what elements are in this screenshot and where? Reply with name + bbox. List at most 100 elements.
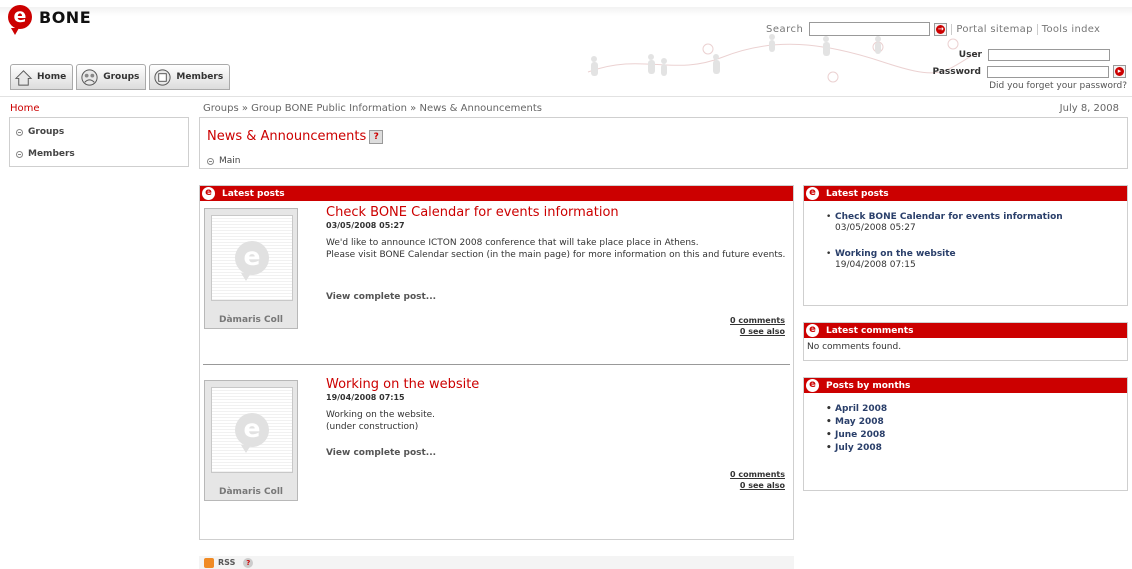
panel-title: Posts by months bbox=[826, 380, 911, 391]
latest-post-date: 03/05/2008 05:27 bbox=[835, 223, 916, 233]
post-body-line: Please visit BONE Calendar section (in t… bbox=[326, 250, 786, 260]
arrow-right-icon: → bbox=[936, 24, 946, 34]
comments-link[interactable]: 0 comments bbox=[730, 315, 785, 326]
posts-by-months-panel: e Posts by months April 2008 May 2008 Ju… bbox=[803, 377, 1128, 491]
main-link-label: Main bbox=[219, 156, 241, 166]
post-item: e Dàmaris Coll Working on the website 19… bbox=[204, 376, 789, 501]
list-item: Check BONE Calendar for events informati… bbox=[826, 212, 1127, 234]
author-avatar-box: e Dàmaris Coll bbox=[204, 208, 298, 329]
site-logo[interactable]: e BONE bbox=[8, 5, 92, 35]
avatar: e bbox=[211, 215, 293, 301]
arrow-right-icon: ▸ bbox=[1115, 67, 1124, 76]
portal-sitemap-link[interactable]: Portal sitemap bbox=[951, 23, 1032, 35]
sidebar-item-label: Members bbox=[28, 149, 75, 159]
tools-index-link[interactable]: Tools index bbox=[1036, 23, 1100, 35]
sidebar-item-label: Groups bbox=[28, 127, 65, 137]
bullet-icon bbox=[207, 157, 214, 165]
latest-posts-list: Check BONE Calendar for events informati… bbox=[804, 201, 1127, 271]
panel-header: e Latest comments bbox=[804, 323, 1127, 338]
home-icon bbox=[14, 69, 33, 86]
bone-e-logo-icon: e bbox=[8, 5, 32, 35]
user-label: User bbox=[958, 49, 982, 60]
tab-home-label: Home bbox=[37, 72, 67, 82]
bone-e-logo-icon: e bbox=[806, 324, 819, 337]
bone-e-logo-icon: e bbox=[806, 187, 819, 200]
post-author[interactable]: Dàmaris Coll bbox=[205, 315, 297, 325]
sidebar-item-groups[interactable]: Groups bbox=[16, 124, 182, 140]
breadcrumb-separator: » bbox=[410, 103, 417, 114]
bullet-icon bbox=[16, 128, 23, 136]
month-link[interactable]: July 2008 bbox=[826, 442, 1127, 455]
user-field[interactable] bbox=[988, 48, 1110, 61]
no-comments-message: No comments found. bbox=[807, 342, 902, 352]
forgot-password-link[interactable]: Did you forget your password? bbox=[900, 81, 1130, 91]
header-top-stripe bbox=[0, 7, 1132, 16]
user-row: User bbox=[900, 47, 1130, 62]
post-links: 0 comments 0 see also bbox=[730, 469, 785, 491]
see-also-link[interactable]: 0 see also bbox=[730, 326, 785, 337]
search-area: Search → Portal sitemap Tools index bbox=[766, 22, 1100, 36]
page-title-row: News & Announcements? bbox=[207, 129, 384, 144]
bone-e-placeholder-icon: e bbox=[235, 413, 269, 453]
month-link[interactable]: May 2008 bbox=[826, 416, 1127, 429]
view-complete-post-link[interactable]: View complete post... bbox=[326, 448, 436, 458]
post-item: e Dàmaris Coll Check BONE Calendar for e… bbox=[204, 204, 789, 336]
main-nav: Home Groups Members bbox=[10, 64, 233, 90]
bone-e-logo-icon: e bbox=[806, 379, 819, 392]
month-link[interactable]: April 2008 bbox=[826, 403, 1127, 416]
password-label: Password bbox=[932, 66, 981, 77]
sidebar-item-members[interactable]: Members bbox=[16, 146, 182, 162]
panel-title: Latest comments bbox=[826, 325, 914, 336]
main-link[interactable]: Main bbox=[207, 156, 241, 166]
tab-members[interactable]: Members bbox=[149, 64, 231, 90]
search-go-button[interactable]: → bbox=[934, 22, 948, 36]
view-complete-post-link[interactable]: View complete post... bbox=[326, 292, 436, 302]
tab-groups[interactable]: Groups bbox=[76, 64, 147, 90]
page-title-box: News & Announcements? Main bbox=[199, 117, 1128, 169]
latest-comments-panel: e Latest comments No comments found. bbox=[803, 322, 1128, 361]
post-title[interactable]: Working on the website bbox=[326, 377, 479, 392]
post-body-line: Working on the website. bbox=[326, 410, 435, 420]
month-link[interactable]: June 2008 bbox=[826, 429, 1127, 442]
breadcrumb-group[interactable]: Group BONE Public Information bbox=[251, 103, 407, 114]
groups-icon bbox=[81, 68, 98, 86]
months-list: April 2008 May 2008 June 2008 July 2008 bbox=[804, 393, 1127, 455]
breadcrumb-separator: » bbox=[241, 103, 248, 114]
help-icon[interactable]: ? bbox=[369, 129, 384, 144]
password-field[interactable] bbox=[987, 65, 1109, 78]
post-title[interactable]: Check BONE Calendar for events informati… bbox=[326, 205, 619, 220]
current-date: July 8, 2008 bbox=[1059, 103, 1119, 114]
login-button[interactable]: ▸ bbox=[1113, 65, 1126, 78]
panel-header: e Latest posts bbox=[804, 186, 1127, 201]
rss-icon[interactable] bbox=[204, 557, 214, 568]
post-date: 19/04/2008 07:15 bbox=[326, 393, 405, 402]
right-latest-posts-panel: e Latest posts Check BONE Calendar for e… bbox=[803, 185, 1128, 306]
breadcrumb-groups[interactable]: Groups bbox=[203, 103, 239, 114]
list-item: Working on the website 19/04/2008 07:15 bbox=[826, 249, 1127, 271]
home-link[interactable]: Home bbox=[10, 103, 40, 114]
panel-title: Latest posts bbox=[222, 188, 285, 199]
post-body: Working on the website. (under construct… bbox=[326, 409, 788, 433]
latest-post-date: 19/04/2008 07:15 bbox=[835, 260, 916, 270]
search-input[interactable] bbox=[809, 22, 931, 36]
comments-link[interactable]: 0 comments bbox=[730, 469, 785, 480]
post-body-line: (under construction) bbox=[326, 422, 419, 432]
post-author[interactable]: Dàmaris Coll bbox=[205, 487, 297, 497]
panel-header: e Posts by months bbox=[804, 378, 1127, 393]
breadcrumb-current: News & Announcements bbox=[419, 103, 542, 114]
avatar: e bbox=[211, 387, 293, 473]
tab-members-label: Members bbox=[176, 72, 224, 82]
post-date: 03/05/2008 05:27 bbox=[326, 221, 405, 230]
post-links: 0 comments 0 see also bbox=[730, 315, 785, 337]
bone-e-logo-icon: e bbox=[202, 187, 215, 200]
tab-home[interactable]: Home bbox=[10, 64, 74, 90]
panel-title: Latest posts bbox=[826, 188, 889, 199]
latest-post-link[interactable]: Working on the website bbox=[835, 249, 1127, 260]
latest-post-link[interactable]: Check BONE Calendar for events informati… bbox=[835, 212, 1127, 223]
see-also-link[interactable]: 0 see also bbox=[730, 480, 785, 491]
page-header: e BONE Search → Portal sitemap Tools ind… bbox=[0, 0, 1132, 97]
rss-link[interactable]: RSS bbox=[218, 558, 235, 567]
logo-text: BONE bbox=[39, 7, 92, 27]
help-icon[interactable]: ? bbox=[243, 557, 254, 568]
bullet-icon bbox=[16, 150, 23, 158]
